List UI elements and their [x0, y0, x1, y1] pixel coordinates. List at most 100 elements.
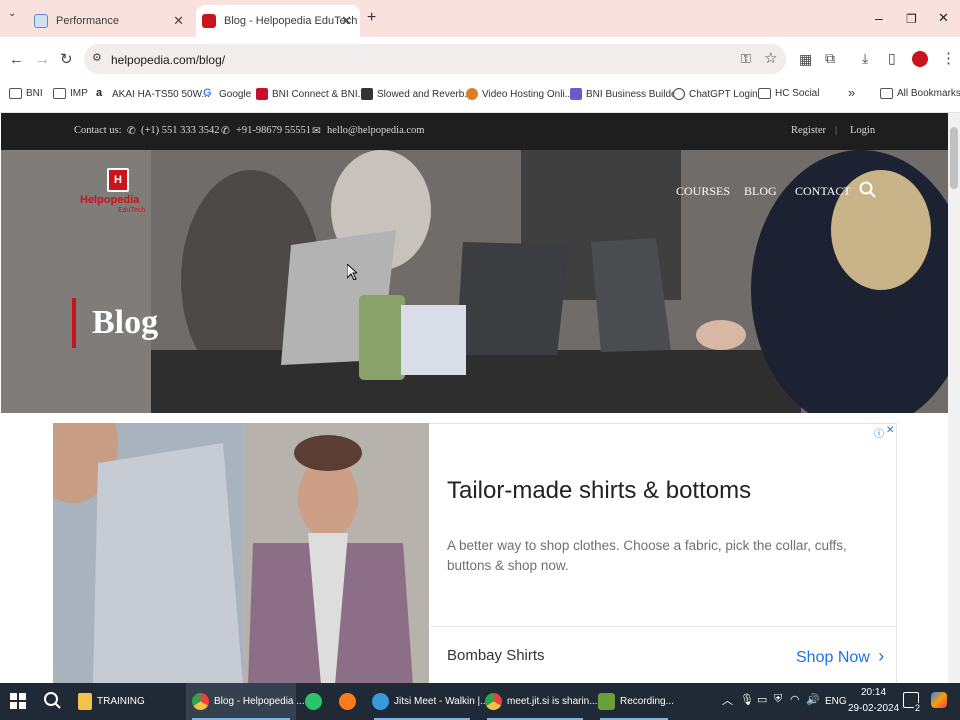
- helpopedia-logo[interactable]: H Helpopedia EduTech: [78, 166, 158, 220]
- email-link[interactable]: hello@helpopedia.com: [327, 125, 424, 136]
- taskbar-item-jitsi[interactable]: Jitsi Meet - Walkin |...: [368, 683, 488, 720]
- phone-2[interactable]: +91-98679 55551: [236, 125, 311, 136]
- download-icon[interactable]: ⤓: [862, 50, 868, 67]
- adchoices-icon[interactable]: ⓘ: [874, 425, 884, 440]
- profile-avatar[interactable]: [912, 51, 928, 67]
- bookmark-label: IMP: [70, 88, 88, 99]
- shop-now-button[interactable]: Shop Now ›: [796, 646, 884, 667]
- logo-subtext: EduTech: [118, 207, 146, 214]
- contact-label: Contact us:: [74, 125, 122, 136]
- scrollbar-thumb[interactable]: [950, 127, 958, 189]
- bookmark-item[interactable]: BNI Business Builder: [570, 88, 680, 100]
- shirt-models-photo: [53, 423, 429, 685]
- notification-count: 2: [914, 703, 922, 713]
- wifi-icon[interactable]: ◠: [790, 693, 800, 706]
- clock-time[interactable]: 20:14: [861, 687, 886, 698]
- language-indicator[interactable]: ENG: [825, 696, 847, 707]
- tab-performance[interactable]: Performance ✕: [28, 5, 192, 37]
- reload-icon[interactable]: ↻: [60, 50, 73, 68]
- security-shield-icon[interactable]: ⛨: [774, 693, 782, 706]
- url-text[interactable]: helpopedia.com/blog/: [111, 53, 225, 67]
- recorder-icon: [598, 693, 615, 710]
- bni-icon: [256, 88, 268, 100]
- taskbar-item-whatsapp[interactable]: [305, 683, 327, 720]
- logo-mark-icon: H: [107, 168, 129, 192]
- taskbar-item-recording[interactable]: Recording...: [594, 683, 674, 720]
- register-link[interactable]: Register: [791, 125, 826, 136]
- menu-kebab-icon[interactable]: ⋮: [941, 49, 956, 67]
- all-bookmarks[interactable]: All Bookmarks: [880, 88, 960, 99]
- amazon-icon: a: [96, 88, 108, 100]
- google-icon: G: [203, 87, 212, 99]
- title-accent-bar: [72, 298, 76, 348]
- bookmark-item[interactable]: BNI: [9, 88, 43, 99]
- close-window-button[interactable]: ✕: [938, 10, 949, 26]
- bookmark-item[interactable]: G Google: [203, 88, 251, 100]
- back-arrow-icon[interactable]: ←: [9, 51, 24, 68]
- ad-brand[interactable]: Bombay Shirts: [447, 647, 545, 664]
- bookmark-item[interactable]: BNI Connect & BNI...: [256, 88, 366, 100]
- site-contact-bar: Contact us: ✆ (+1) 551 333 3542 ✆ +91-98…: [1, 113, 948, 150]
- mouse-cursor-icon: [346, 262, 359, 281]
- tray-chevron-up-icon[interactable]: ︿: [722, 692, 733, 708]
- taskbar-item-chrome-blog[interactable]: Blog - Helpopedia ...: [186, 683, 305, 720]
- login-link[interactable]: Login: [850, 125, 875, 136]
- extension-icon[interactable]: ▦: [799, 51, 812, 68]
- side-panel-icon[interactable]: ▯: [888, 50, 896, 67]
- taskbar-item-firefox[interactable]: [339, 683, 361, 720]
- bookmark-item[interactable]: Slowed and Reverb...: [361, 88, 473, 100]
- puzzle-extensions-icon[interactable]: ⧉: [825, 50, 835, 67]
- bookmark-star-icon[interactable]: ☆: [764, 49, 777, 67]
- ad-close-button[interactable]: ✕: [886, 425, 894, 436]
- ad-headline[interactable]: Tailor-made shirts & bottoms: [447, 477, 751, 505]
- nav-contact[interactable]: CONTACT: [795, 184, 851, 199]
- whatsapp-icon: [305, 693, 322, 710]
- nav-blog[interactable]: BLOG: [744, 184, 777, 199]
- bookmarks-overflow-button[interactable]: »: [848, 85, 855, 100]
- video-hosting-icon: [466, 88, 478, 100]
- volume-icon[interactable]: 🔊: [806, 693, 820, 706]
- bookmark-item[interactable]: Video Hosting Onli...: [466, 88, 573, 100]
- forward-arrow-icon[interactable]: →: [35, 51, 50, 68]
- taskbar-label: TRAINING: [97, 696, 145, 707]
- nav-courses[interactable]: COURSES: [676, 184, 730, 199]
- password-key-icon[interactable]: ⚿: [741, 51, 751, 67]
- phone-icon: ✆: [127, 126, 136, 137]
- bookmark-label: BNI Business Builder: [586, 88, 680, 100]
- close-tab-icon[interactable]: ✕: [341, 13, 352, 29]
- folder-icon: [758, 88, 771, 99]
- bookmark-label: ChatGPT Login: [689, 88, 758, 100]
- windows-start-icon[interactable]: [10, 693, 26, 709]
- ad-image[interactable]: [53, 423, 429, 685]
- folder-icon: [9, 88, 22, 99]
- taskbar-item-training[interactable]: TRAINING: [78, 683, 145, 720]
- bookmark-item[interactable]: IMP: [53, 88, 88, 99]
- minimize-button[interactable]: –: [875, 10, 883, 26]
- copilot-icon[interactable]: [931, 692, 947, 708]
- divider: |: [835, 125, 838, 136]
- taskbar-item-meet-jitsi[interactable]: meet.jit.si is sharin...: [481, 683, 598, 720]
- tab-blog-helpopedia[interactable]: Blog - Helpopedia EduTech ✕: [196, 5, 360, 37]
- microphone-icon[interactable]: 🎙: [740, 693, 754, 706]
- phone-1[interactable]: (+1) 551 333 3542: [141, 125, 220, 136]
- tab-title: Performance: [56, 15, 119, 27]
- close-tab-icon[interactable]: ✕: [173, 13, 184, 29]
- bookmark-item[interactable]: ChatGPT Login: [673, 88, 758, 100]
- page-scrollbar[interactable]: [948, 113, 960, 683]
- taskbar-label: Jitsi Meet - Walkin |...: [394, 696, 489, 707]
- jitsi-icon: [372, 693, 389, 710]
- taskbar-label: Recording...: [620, 696, 674, 707]
- bookmark-item[interactable]: HC Social: [758, 88, 819, 99]
- search-icon[interactable]: [859, 181, 877, 199]
- bookmark-label: BNI Connect & BNI...: [272, 88, 366, 100]
- clock-date[interactable]: 29-02-2024: [848, 703, 899, 714]
- new-tab-button[interactable]: +: [367, 9, 376, 27]
- tab-search-button[interactable]: ⌄: [8, 8, 24, 28]
- mail-icon: ✉: [312, 126, 321, 137]
- site-info-icon[interactable]: ⚙: [92, 51, 102, 64]
- network-icon[interactable]: ▭: [757, 693, 767, 706]
- restore-button[interactable]: ❐: [906, 12, 917, 26]
- bookmark-item[interactable]: a AKAI HA-TS50 50W...: [96, 88, 210, 100]
- search-icon[interactable]: [43, 691, 61, 709]
- taskbar-label: Blog - Helpopedia ...: [214, 696, 305, 707]
